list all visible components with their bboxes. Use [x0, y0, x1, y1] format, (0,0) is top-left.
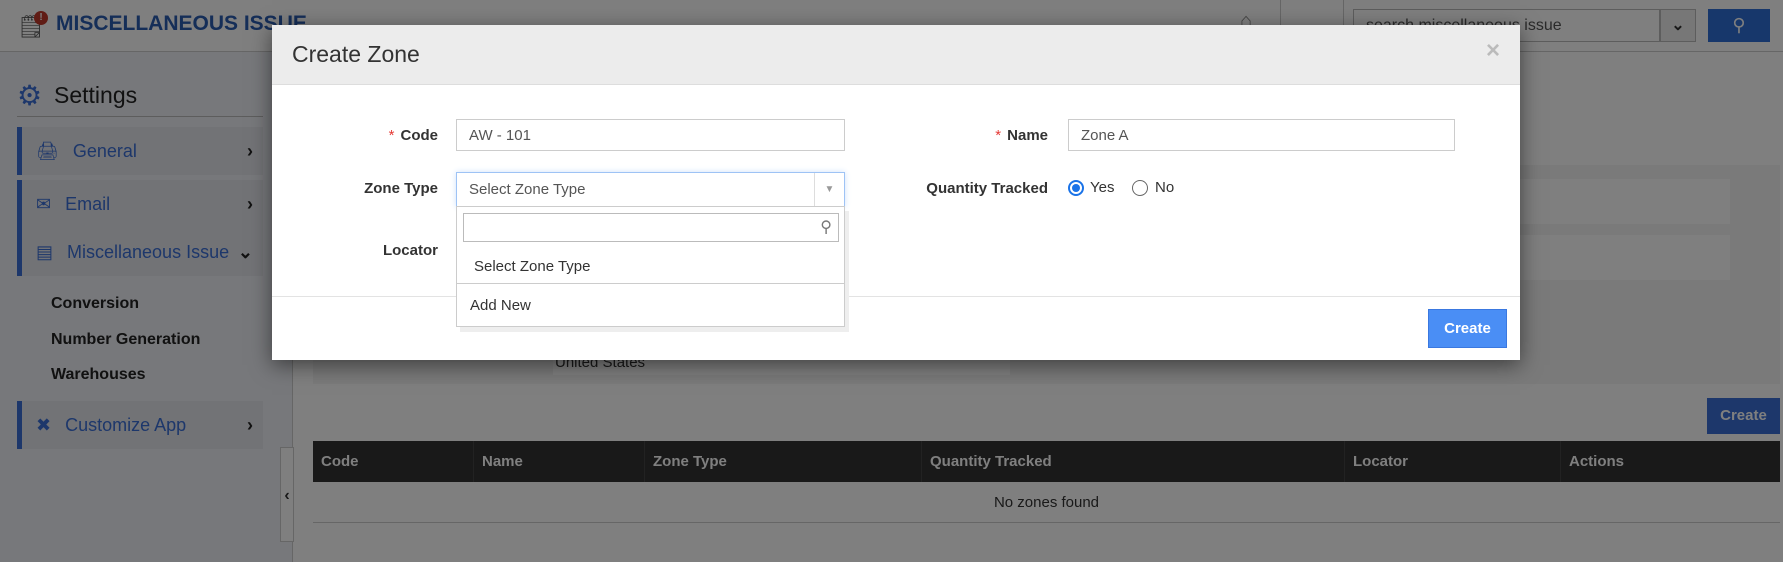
name-input[interactable]: Zone A: [1068, 119, 1455, 151]
dropdown-option[interactable]: Select Zone Type: [457, 247, 844, 284]
quantity-tracked-label: Quantity Tracked: [926, 180, 1048, 197]
locator-label: Locator: [382, 242, 438, 259]
dropdown-search-input[interactable]: ⚲: [463, 213, 839, 242]
create-zone-modal: Create Zone × * Code AW - 101 * Name Zone …: [272, 25, 1520, 360]
search-icon: ⚲: [820, 219, 832, 236]
yes-label: Yes: [1090, 179, 1115, 196]
code-input[interactable]: AW - 101: [456, 119, 845, 151]
name-label: * Name: [995, 127, 1048, 144]
zone-type-label: Zone Type: [364, 180, 438, 197]
modal-header: Create Zone ×: [272, 25, 1520, 85]
code-label: * Code: [388, 127, 438, 144]
quantity-tracked-no-radio[interactable]: [1132, 180, 1148, 196]
dropdown-option-add-new[interactable]: Add New: [457, 285, 844, 325]
modal-create-button[interactable]: Create: [1428, 309, 1507, 348]
close-icon[interactable]: ×: [1486, 37, 1500, 65]
zone-type-select[interactable]: Select Zone Type ▼: [456, 172, 845, 207]
modal-title: Create Zone: [292, 41, 420, 67]
quantity-tracked-yes-radio[interactable]: [1068, 180, 1084, 196]
zone-type-dropdown: ⚲ Select Zone Type Add New: [456, 206, 845, 327]
no-label: No: [1155, 179, 1175, 196]
